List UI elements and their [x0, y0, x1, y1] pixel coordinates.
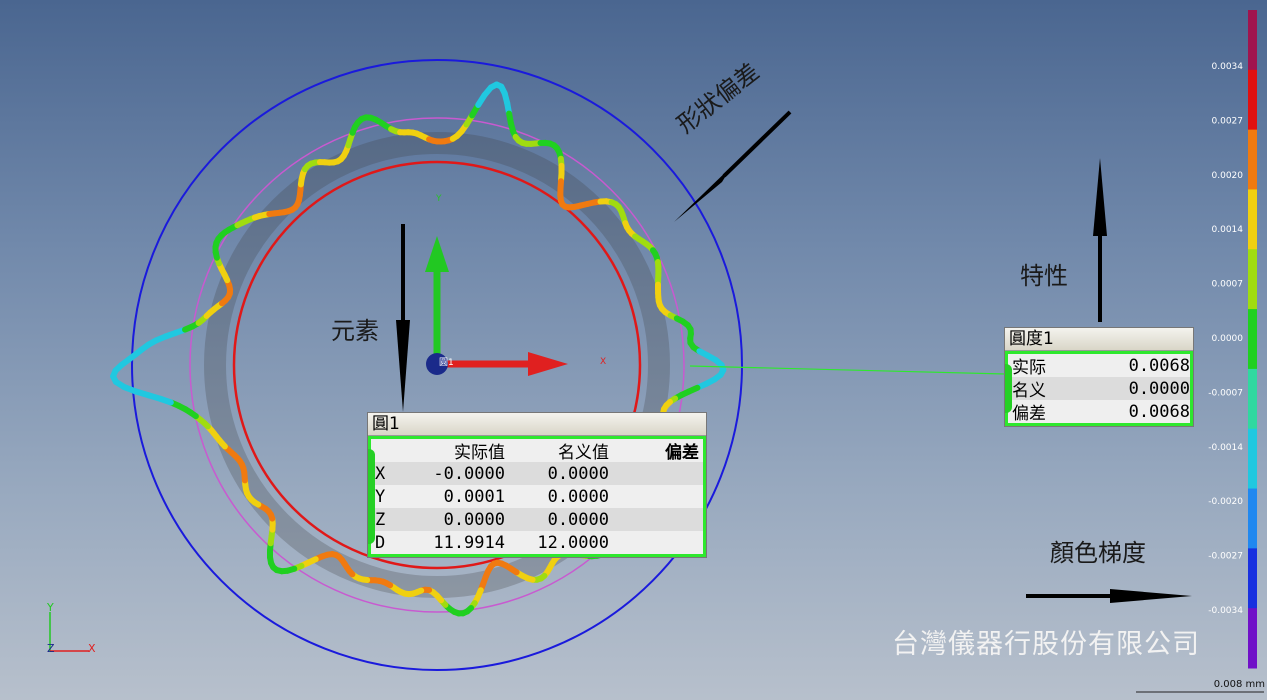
header-nominal: 名义值 [558, 443, 609, 463]
circle-panel-header: 实际值 名义值 偏差 [371, 439, 703, 463]
triad-z-label: Z [47, 642, 55, 655]
grid-x-label: X [600, 357, 606, 367]
table-row: Y 0.0001 0.0000 [375, 486, 609, 507]
legend-swatch [1248, 368, 1257, 430]
y-axis-arrowhead [425, 236, 449, 272]
legend-swatch [1248, 309, 1257, 370]
table-row: D 11.9914 12.0000 [375, 532, 609, 553]
legend-swatch [1248, 69, 1257, 131]
table-row: 实际 0.0068 [1012, 355, 1190, 379]
header-actual: 实际值 [454, 443, 505, 463]
legend-tick-label: -0.0020 [1208, 497, 1243, 507]
circle-panel-title: 圓1 [368, 413, 706, 436]
table-row: 偏差 0.0068 [1012, 401, 1190, 425]
legend-swatch [1248, 488, 1257, 549]
legend-tick-label: -0.0007 [1208, 388, 1243, 398]
legend-swatch [1248, 10, 1257, 71]
feature-arrow [1093, 158, 1107, 322]
grid-y-label: Y [435, 194, 442, 204]
scale-label: 0.008 mm [1213, 679, 1265, 690]
table-row: 名义 0.0000 [1008, 377, 1190, 401]
triad-x-label: X [88, 642, 96, 655]
legend-tick-label: -0.0027 [1208, 552, 1243, 562]
roundness-panel-title: 圓度1 [1005, 328, 1193, 351]
color-gradient-arrow [1026, 589, 1192, 603]
legend-tick-label: 0.0034 [1212, 62, 1244, 72]
header-deviation: 偏差 [665, 443, 699, 463]
legend-swatch [1248, 189, 1257, 250]
color-legend-bar [1248, 10, 1257, 669]
curve-segment [712, 357, 725, 368]
element-label: 元素 [331, 317, 379, 345]
legend-swatch [1248, 608, 1257, 669]
roundness-leader-line [689, 365, 1006, 375]
x-axis-arrowhead [528, 352, 568, 376]
legend-swatch [1248, 129, 1257, 190]
legend-tick-label: 0.0007 [1212, 280, 1244, 290]
legend-tick-label: -0.0014 [1208, 443, 1243, 453]
feature-tag: 圓1 [439, 357, 454, 368]
legend-tick-label: 0.0000 [1212, 334, 1244, 344]
legend-tick-label: 0.0020 [1212, 171, 1244, 181]
feature-label: 特性 [1020, 262, 1068, 290]
view-triad: Y X Z [46, 601, 96, 655]
legend-swatch [1248, 428, 1257, 490]
table-row: X -0.0000 0.0000 [371, 462, 703, 485]
legend-swatch [1248, 249, 1257, 310]
color-gradient-label: 顏色梯度 [1050, 539, 1146, 567]
legend-tick-label: 0.0027 [1212, 116, 1244, 126]
legend-tick-label: 0.0014 [1212, 225, 1244, 235]
company-watermark: 台灣儀器行股份有限公司 [892, 629, 1200, 660]
legend-swatch [1248, 548, 1257, 609]
legend-tick-label: -0.0034 [1208, 606, 1243, 616]
triad-y-label: Y [46, 601, 54, 614]
element-arrow [396, 224, 410, 412]
color-legend-labels: 0.0034 0.0027 0.0020 0.0014 0.0007 0.0000 -0.0… [1208, 62, 1243, 616]
table-row: Z 0.0000 0.0000 [371, 508, 703, 531]
circle-result-panel[interactable]: 圓1 实际值 名义值 偏差 X -0.0000 0.0000 Y 0.0001 … [368, 413, 706, 557]
roundness-result-panel[interactable]: 圓度1 实际 0.0068 名义 0.0000 偏差 0.0068 [1005, 328, 1193, 426]
